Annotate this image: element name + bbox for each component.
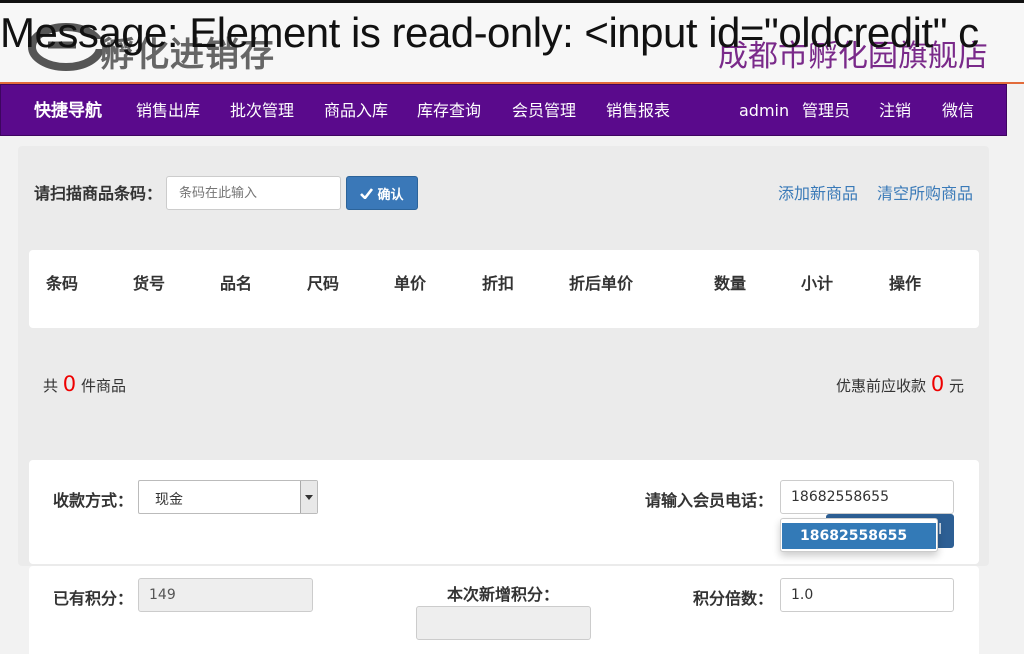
new-points-input[interactable] bbox=[416, 606, 591, 640]
add-product-link[interactable]: 添加新商品 bbox=[778, 180, 858, 204]
nav-item-inventory[interactable]: 库存查询 bbox=[417, 85, 481, 137]
payment-method-value: 现金 bbox=[155, 492, 183, 508]
top-header: 孵化进销存 成都市孵化园旗舰店 Message: Element is read… bbox=[0, 0, 1024, 84]
existing-points-input[interactable]: 149 bbox=[138, 578, 313, 612]
nav-item-reports[interactable]: 销售报表 bbox=[606, 85, 670, 137]
existing-points-label: 已有积分： bbox=[53, 589, 134, 608]
barcode-input[interactable] bbox=[166, 176, 341, 210]
payment-method-label: 收款方式： bbox=[53, 491, 134, 510]
autocomplete-option[interactable]: 18682558655 bbox=[782, 523, 936, 549]
amount-suffix: 元 bbox=[948, 377, 964, 395]
column-header: 折扣 bbox=[482, 274, 515, 293]
autocomplete-dropdown: 18682558655 bbox=[780, 518, 938, 552]
amount-prefix: 优惠前应收款 bbox=[836, 377, 927, 395]
column-header: 条码 bbox=[46, 274, 79, 293]
column-header: 品名 bbox=[220, 274, 253, 293]
column-header: 货号 bbox=[133, 274, 166, 293]
column-header: 数量 bbox=[714, 274, 747, 293]
nav-logout[interactable]: 注销 bbox=[879, 85, 911, 137]
nav-user[interactable]: admin bbox=[739, 85, 789, 137]
nav-brand[interactable]: 快捷导航 bbox=[34, 85, 102, 137]
nav-item-batch[interactable]: 批次管理 bbox=[230, 85, 294, 137]
item-count-value: 0 bbox=[62, 372, 77, 396]
main-navbar: 快捷导航 销售出库 批次管理 商品入库 库存查询 会员管理 销售报表 admin… bbox=[0, 84, 1007, 136]
nav-wechat[interactable]: 微信 bbox=[942, 85, 974, 137]
points-multiplier-input[interactable]: 1.0 bbox=[780, 578, 954, 612]
scan-label: 请扫描商品条码： bbox=[34, 184, 163, 203]
points-multiplier-label: 积分倍数： bbox=[693, 589, 774, 608]
column-header: 折后单价 bbox=[569, 274, 634, 293]
amount-due: 优惠前应收款 0 元 bbox=[836, 372, 964, 396]
check-icon bbox=[360, 187, 374, 199]
column-header: 小计 bbox=[801, 274, 834, 293]
chevron-down-icon[interactable] bbox=[300, 481, 317, 513]
member-search-label: l bbox=[938, 522, 942, 538]
error-message-overlay: Message: Element is read-only: <input id… bbox=[0, 9, 979, 56]
item-count: 共 0 件商品 bbox=[43, 372, 126, 396]
member-phone-input[interactable]: 18682558655 bbox=[780, 480, 954, 514]
confirm-button[interactable]: 确认 bbox=[346, 176, 418, 210]
amount-due-value: 0 bbox=[930, 372, 945, 396]
clear-cart-link[interactable]: 清空所购商品 bbox=[877, 180, 973, 204]
nav-item-members[interactable]: 会员管理 bbox=[512, 85, 576, 137]
column-header: 单价 bbox=[394, 274, 427, 293]
count-suffix: 件商品 bbox=[80, 377, 126, 395]
column-header: 操作 bbox=[889, 274, 922, 293]
payment-method-select[interactable]: 现金 bbox=[138, 480, 318, 514]
count-prefix: 共 bbox=[43, 377, 59, 395]
member-phone-label: 请输入会员电话： bbox=[645, 491, 774, 510]
nav-role[interactable]: 管理员 bbox=[802, 85, 850, 137]
nav-item-sales-out[interactable]: 销售出库 bbox=[136, 85, 200, 137]
confirm-label: 确认 bbox=[377, 187, 404, 203]
new-points-label: 本次新增积分： bbox=[447, 585, 560, 604]
nav-item-stock-in[interactable]: 商品入库 bbox=[324, 85, 388, 137]
column-header: 尺码 bbox=[307, 274, 340, 293]
